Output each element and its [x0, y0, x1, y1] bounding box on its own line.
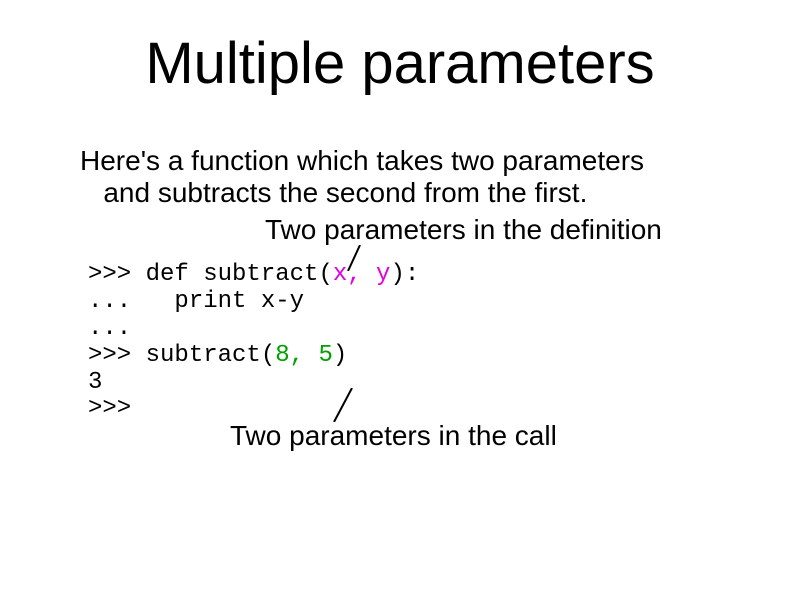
call-annotation: Two parameters in the call	[230, 420, 557, 452]
slide-title: Multiple parameters	[0, 30, 800, 97]
code-output: 3	[88, 369, 102, 396]
code-body: print x-y	[174, 288, 304, 315]
code-def-keyword: def subtract(	[146, 261, 333, 288]
code-prompt: >>>	[88, 342, 146, 369]
code-prompt: >>>	[88, 395, 146, 422]
code-continuation: ...	[88, 315, 146, 342]
intro-text: Here's a function which takes two parame…	[80, 145, 720, 209]
definition-annotation: Two parameters in the definition	[265, 214, 662, 246]
code-def-end: ):	[390, 261, 419, 288]
code-prompt: >>>	[88, 261, 146, 288]
code-call-args: 8, 5	[275, 342, 333, 369]
code-def-params: x, y	[333, 261, 391, 288]
intro-line-1: Here's a function which takes two parame…	[80, 145, 644, 176]
code-call-end: )	[333, 342, 347, 369]
code-call-name: subtract(	[146, 342, 276, 369]
code-block: >>> def subtract(x, y): ... print x-y ..…	[88, 262, 419, 423]
code-continuation: ...	[88, 288, 174, 315]
intro-line-2: and subtracts the second from the first.	[103, 177, 587, 208]
